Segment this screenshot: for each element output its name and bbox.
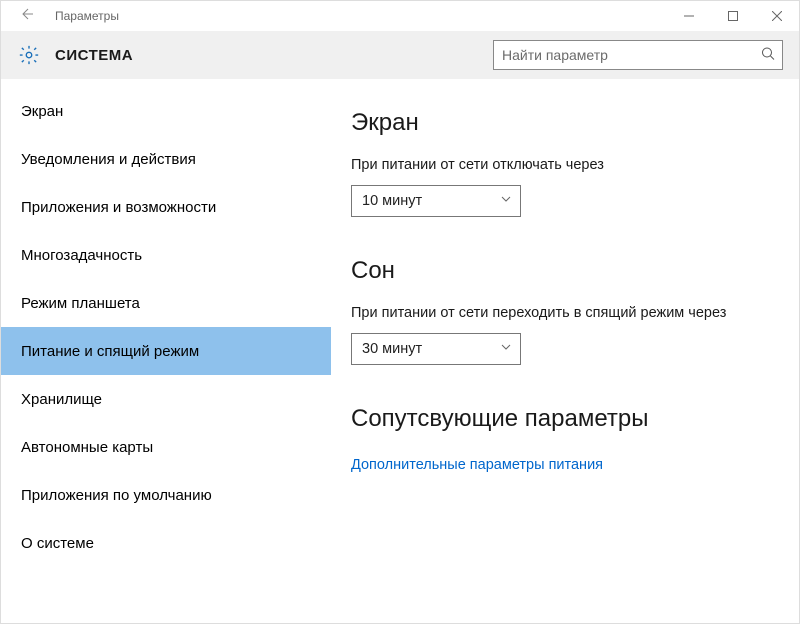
sidebar-item-apps-features[interactable]: Приложения и возможности bbox=[1, 183, 331, 231]
sleep-after-label: При питании от сети переходить в спящий … bbox=[351, 305, 775, 321]
sidebar-item-label: Автономные карты bbox=[21, 439, 153, 456]
search-icon bbox=[761, 47, 775, 64]
header-bar: СИСТЕМА bbox=[1, 31, 799, 79]
sidebar-item-about[interactable]: О системе bbox=[1, 519, 331, 567]
chevron-down-icon bbox=[500, 193, 512, 209]
arrow-left-icon bbox=[18, 6, 34, 27]
search-wrap bbox=[493, 40, 783, 70]
sidebar-item-label: Приложения и возможности bbox=[21, 199, 216, 216]
additional-power-settings-link[interactable]: Дополнительные параметры питания bbox=[351, 453, 603, 477]
window-controls bbox=[667, 1, 799, 31]
screen-off-label: При питании от сети отключать через bbox=[351, 157, 775, 173]
settings-window: Параметры bbox=[0, 0, 800, 624]
sidebar-item-label: Экран bbox=[21, 103, 63, 120]
window-title: Параметры bbox=[41, 9, 119, 23]
gear-icon bbox=[17, 43, 41, 67]
sidebar: Экран Уведомления и действия Приложения … bbox=[1, 79, 331, 623]
sidebar-item-offline-maps[interactable]: Автономные карты bbox=[1, 423, 331, 471]
sleep-after-select[interactable]: 30 минут bbox=[351, 333, 521, 365]
sidebar-item-label: Хранилище bbox=[21, 391, 102, 408]
sidebar-item-power-sleep[interactable]: Питание и спящий режим bbox=[1, 327, 331, 375]
category-title: СИСТЕМА bbox=[55, 47, 133, 64]
section-sleep: Сон При питании от сети переходить в спя… bbox=[351, 257, 775, 365]
sidebar-item-label: Приложения по умолчанию bbox=[21, 487, 212, 504]
sidebar-item-display[interactable]: Экран bbox=[1, 87, 331, 135]
sidebar-item-multitasking[interactable]: Многозадачность bbox=[1, 231, 331, 279]
maximize-button[interactable] bbox=[711, 1, 755, 31]
close-button[interactable] bbox=[755, 1, 799, 31]
close-icon bbox=[772, 11, 782, 21]
sidebar-item-storage[interactable]: Хранилище bbox=[1, 375, 331, 423]
sidebar-item-label: Многозадачность bbox=[21, 247, 142, 264]
section-display: Экран При питании от сети отключать чере… bbox=[351, 109, 775, 217]
minimize-button[interactable] bbox=[667, 1, 711, 31]
sidebar-item-notifications[interactable]: Уведомления и действия bbox=[1, 135, 331, 183]
sidebar-item-label: Уведомления и действия bbox=[21, 151, 196, 168]
maximize-icon bbox=[728, 11, 738, 21]
search-input[interactable] bbox=[493, 40, 783, 70]
section-heading-related: Сопутсвующие параметры bbox=[351, 405, 775, 433]
sidebar-item-label: Режим планшета bbox=[21, 295, 140, 312]
titlebar: Параметры bbox=[1, 1, 799, 31]
sleep-after-value: 30 минут bbox=[362, 341, 422, 357]
section-related: Сопутсвующие параметры Дополнительные па… bbox=[351, 405, 775, 477]
main-content: Экран При питании от сети отключать чере… bbox=[331, 79, 799, 623]
sidebar-item-tablet-mode[interactable]: Режим планшета bbox=[1, 279, 331, 327]
screen-off-value: 10 минут bbox=[362, 193, 422, 209]
sidebar-item-default-apps[interactable]: Приложения по умолчанию bbox=[1, 471, 331, 519]
titlebar-left: Параметры bbox=[1, 1, 119, 31]
body: Экран Уведомления и действия Приложения … bbox=[1, 79, 799, 623]
sidebar-item-label: О системе bbox=[21, 535, 94, 552]
back-button[interactable] bbox=[11, 1, 41, 31]
screen-off-select[interactable]: 10 минут bbox=[351, 185, 521, 217]
minimize-icon bbox=[684, 11, 694, 21]
section-heading-screen: Экран bbox=[351, 109, 775, 137]
chevron-down-icon bbox=[500, 341, 512, 357]
section-heading-sleep: Сон bbox=[351, 257, 775, 285]
sidebar-item-label: Питание и спящий режим bbox=[21, 343, 199, 360]
